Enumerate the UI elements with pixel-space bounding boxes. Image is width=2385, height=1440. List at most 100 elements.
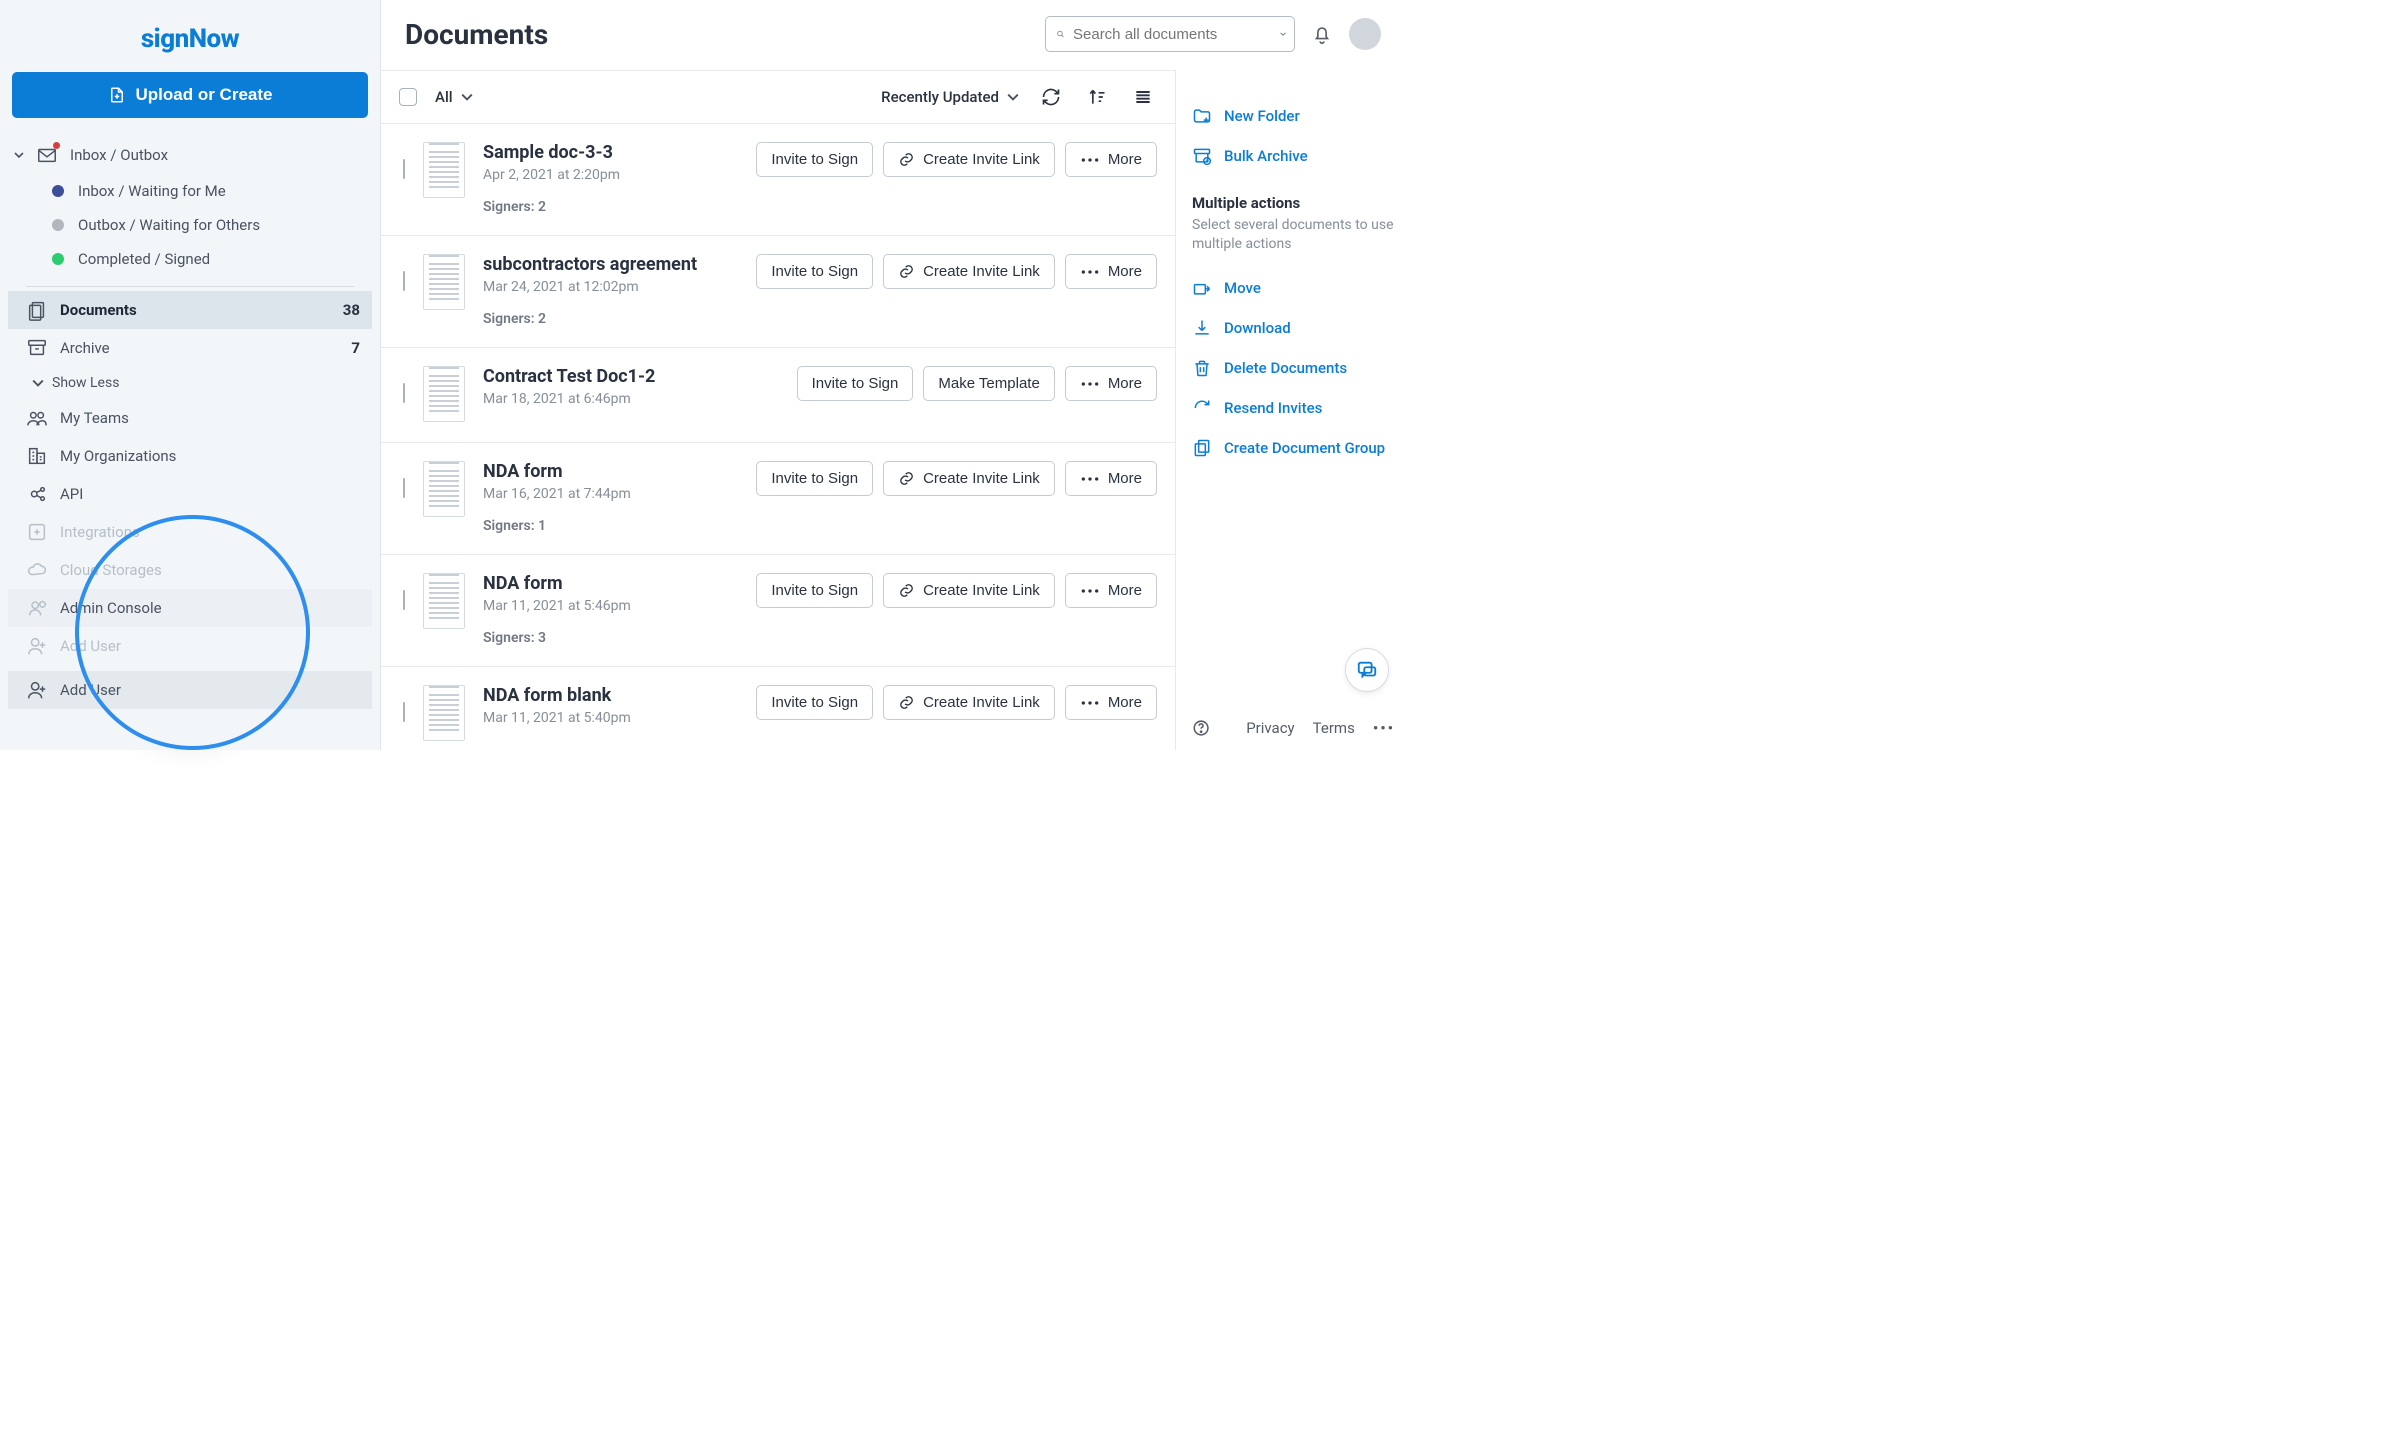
document-date: Mar 18, 2021 at 6:46pm	[483, 391, 703, 407]
my-organizations-item[interactable]: My Organizations	[8, 437, 372, 475]
invite-to-sign-button[interactable]: Invite to Sign	[756, 254, 873, 289]
chevron-down-icon	[32, 377, 44, 389]
resend-invites-link[interactable]: Resend Invites	[1192, 388, 1399, 428]
status-label: Inbox / Waiting for Me	[78, 182, 226, 200]
create-invite-link-button[interactable]: Create Invite Link	[883, 142, 1055, 177]
document-title[interactable]: NDA form	[483, 461, 703, 482]
document-title[interactable]: Contract Test Doc1-2	[483, 366, 703, 387]
document-title[interactable]: NDA form blank	[483, 685, 703, 706]
move-link[interactable]: Move	[1192, 268, 1399, 308]
footer-more-icon[interactable]: •••	[1373, 719, 1395, 737]
invite-to-sign-button[interactable]: Invite to Sign	[797, 366, 914, 401]
filter-all-dropdown[interactable]: All	[435, 88, 473, 106]
more-button[interactable]: More	[1065, 254, 1157, 289]
right-action-label: Download	[1224, 319, 1291, 337]
bulk-archive-link[interactable]: Bulk Archive	[1192, 136, 1399, 176]
caret-down-icon	[14, 150, 24, 160]
refresh-button[interactable]	[1037, 83, 1065, 111]
row-checkbox[interactable]	[403, 590, 405, 610]
row-checkbox[interactable]	[403, 159, 405, 179]
download-link[interactable]: Download	[1192, 308, 1399, 348]
page-header: Documents	[381, 0, 1405, 70]
help-icon[interactable]	[1192, 718, 1210, 738]
document-thumbnail[interactable]	[423, 142, 465, 198]
api-item[interactable]: API	[8, 475, 372, 513]
sidebar-item-label: Admin Console	[60, 599, 162, 617]
user-avatar[interactable]	[1349, 18, 1381, 50]
right-action-label: Resend Invites	[1224, 399, 1322, 417]
create-document-group-link[interactable]: Create Document Group	[1192, 428, 1399, 468]
document-thumbnail[interactable]	[423, 573, 465, 629]
right-action-label: Create Document Group	[1224, 439, 1385, 457]
show-less-label: Show Less	[52, 375, 119, 391]
search-box[interactable]	[1045, 16, 1295, 52]
inbox-outbox-toggle[interactable]: Inbox / Outbox	[8, 136, 372, 174]
more-button[interactable]: More	[1065, 461, 1157, 496]
trash-icon	[1192, 358, 1212, 378]
select-all-checkbox[interactable]	[399, 88, 417, 106]
sidebar-item-label: API	[60, 485, 83, 503]
terms-link[interactable]: Terms	[1313, 719, 1355, 737]
more-button[interactable]: More	[1065, 366, 1157, 401]
privacy-link[interactable]: Privacy	[1246, 719, 1294, 737]
inbox-status-item[interactable]: Completed / Signed	[40, 242, 372, 276]
sidebar-item-label: Add User	[60, 637, 121, 655]
make-template-button[interactable]: Make Template	[923, 366, 1054, 401]
document-list: Sample doc-3-3 Apr 2, 2021 at 2:20pm Sig…	[381, 124, 1175, 750]
document-thumbnail[interactable]	[423, 254, 465, 310]
multiple-actions-title: Multiple actions	[1192, 194, 1399, 212]
create-invite-link-button[interactable]: Create Invite Link	[883, 461, 1055, 496]
add-user-bottom-button[interactable]: Add User	[8, 671, 372, 709]
status-label: Completed / Signed	[78, 250, 210, 268]
invite-to-sign-button[interactable]: Invite to Sign	[756, 142, 873, 177]
status-dot-icon	[52, 185, 64, 197]
document-date: Mar 24, 2021 at 12:02pm	[483, 279, 703, 295]
my-teams-item[interactable]: My Teams	[8, 399, 372, 437]
add-user-item[interactable]: Add User	[8, 627, 372, 665]
chevron-down-icon	[1007, 91, 1019, 103]
show-less-toggle[interactable]: Show Less	[8, 367, 372, 399]
search-input[interactable]	[1073, 26, 1272, 43]
invite-to-sign-button[interactable]: Invite to Sign	[756, 685, 873, 720]
inbox-status-item[interactable]: Outbox / Waiting for Others	[40, 208, 372, 242]
documents-folder-item[interactable]: Documents 38	[8, 291, 372, 329]
create-invite-link-button[interactable]: Create Invite Link	[883, 685, 1055, 720]
search-dropdown-caret-icon[interactable]	[1280, 28, 1286, 40]
document-date: Apr 2, 2021 at 2:20pm	[483, 167, 703, 183]
delete-documents-link[interactable]: Delete Documents	[1192, 348, 1399, 388]
new-folder-link[interactable]: New Folder	[1192, 96, 1399, 136]
upload-file-icon	[108, 84, 126, 106]
document-title[interactable]: Sample doc-3-3	[483, 142, 703, 163]
more-button[interactable]: More	[1065, 685, 1157, 720]
group-icon	[1192, 438, 1212, 458]
more-button[interactable]: More	[1065, 142, 1157, 177]
invite-to-sign-button[interactable]: Invite to Sign	[756, 573, 873, 608]
create-invite-link-button[interactable]: Create Invite Link	[883, 254, 1055, 289]
row-checkbox[interactable]	[403, 271, 405, 291]
upload-or-create-button[interactable]: Upload or Create	[12, 72, 368, 118]
document-signers: Signers: 1	[483, 518, 703, 534]
sort-dropdown[interactable]: Recently Updated	[881, 88, 1019, 106]
row-checkbox[interactable]	[403, 702, 405, 722]
inbox-status-item[interactable]: Inbox / Waiting for Me	[40, 174, 372, 208]
document-thumbnail[interactable]	[423, 461, 465, 517]
sort-direction-button[interactable]	[1083, 83, 1111, 111]
my-teams-icon	[26, 407, 48, 429]
more-button[interactable]: More	[1065, 573, 1157, 608]
document-thumbnail[interactable]	[423, 685, 465, 741]
chat-fab[interactable]	[1345, 648, 1389, 692]
add-user-bottom-label: Add User	[60, 681, 121, 699]
document-thumbnail[interactable]	[423, 366, 465, 422]
row-checkbox[interactable]	[403, 478, 405, 498]
integrations-item[interactable]: Integrations	[8, 513, 372, 551]
invite-to-sign-button[interactable]: Invite to Sign	[756, 461, 873, 496]
admin-console-item[interactable]: Admin Console	[8, 589, 372, 627]
document-title[interactable]: NDA form	[483, 573, 703, 594]
notifications-bell-icon[interactable]	[1311, 23, 1333, 45]
create-invite-link-button[interactable]: Create Invite Link	[883, 573, 1055, 608]
view-density-button[interactable]	[1129, 83, 1157, 111]
cloud-storages-item[interactable]: Cloud Storages	[8, 551, 372, 589]
document-title[interactable]: subcontractors agreement	[483, 254, 703, 275]
archive-folder-item[interactable]: Archive 7	[8, 329, 372, 367]
row-checkbox[interactable]	[403, 383, 405, 403]
